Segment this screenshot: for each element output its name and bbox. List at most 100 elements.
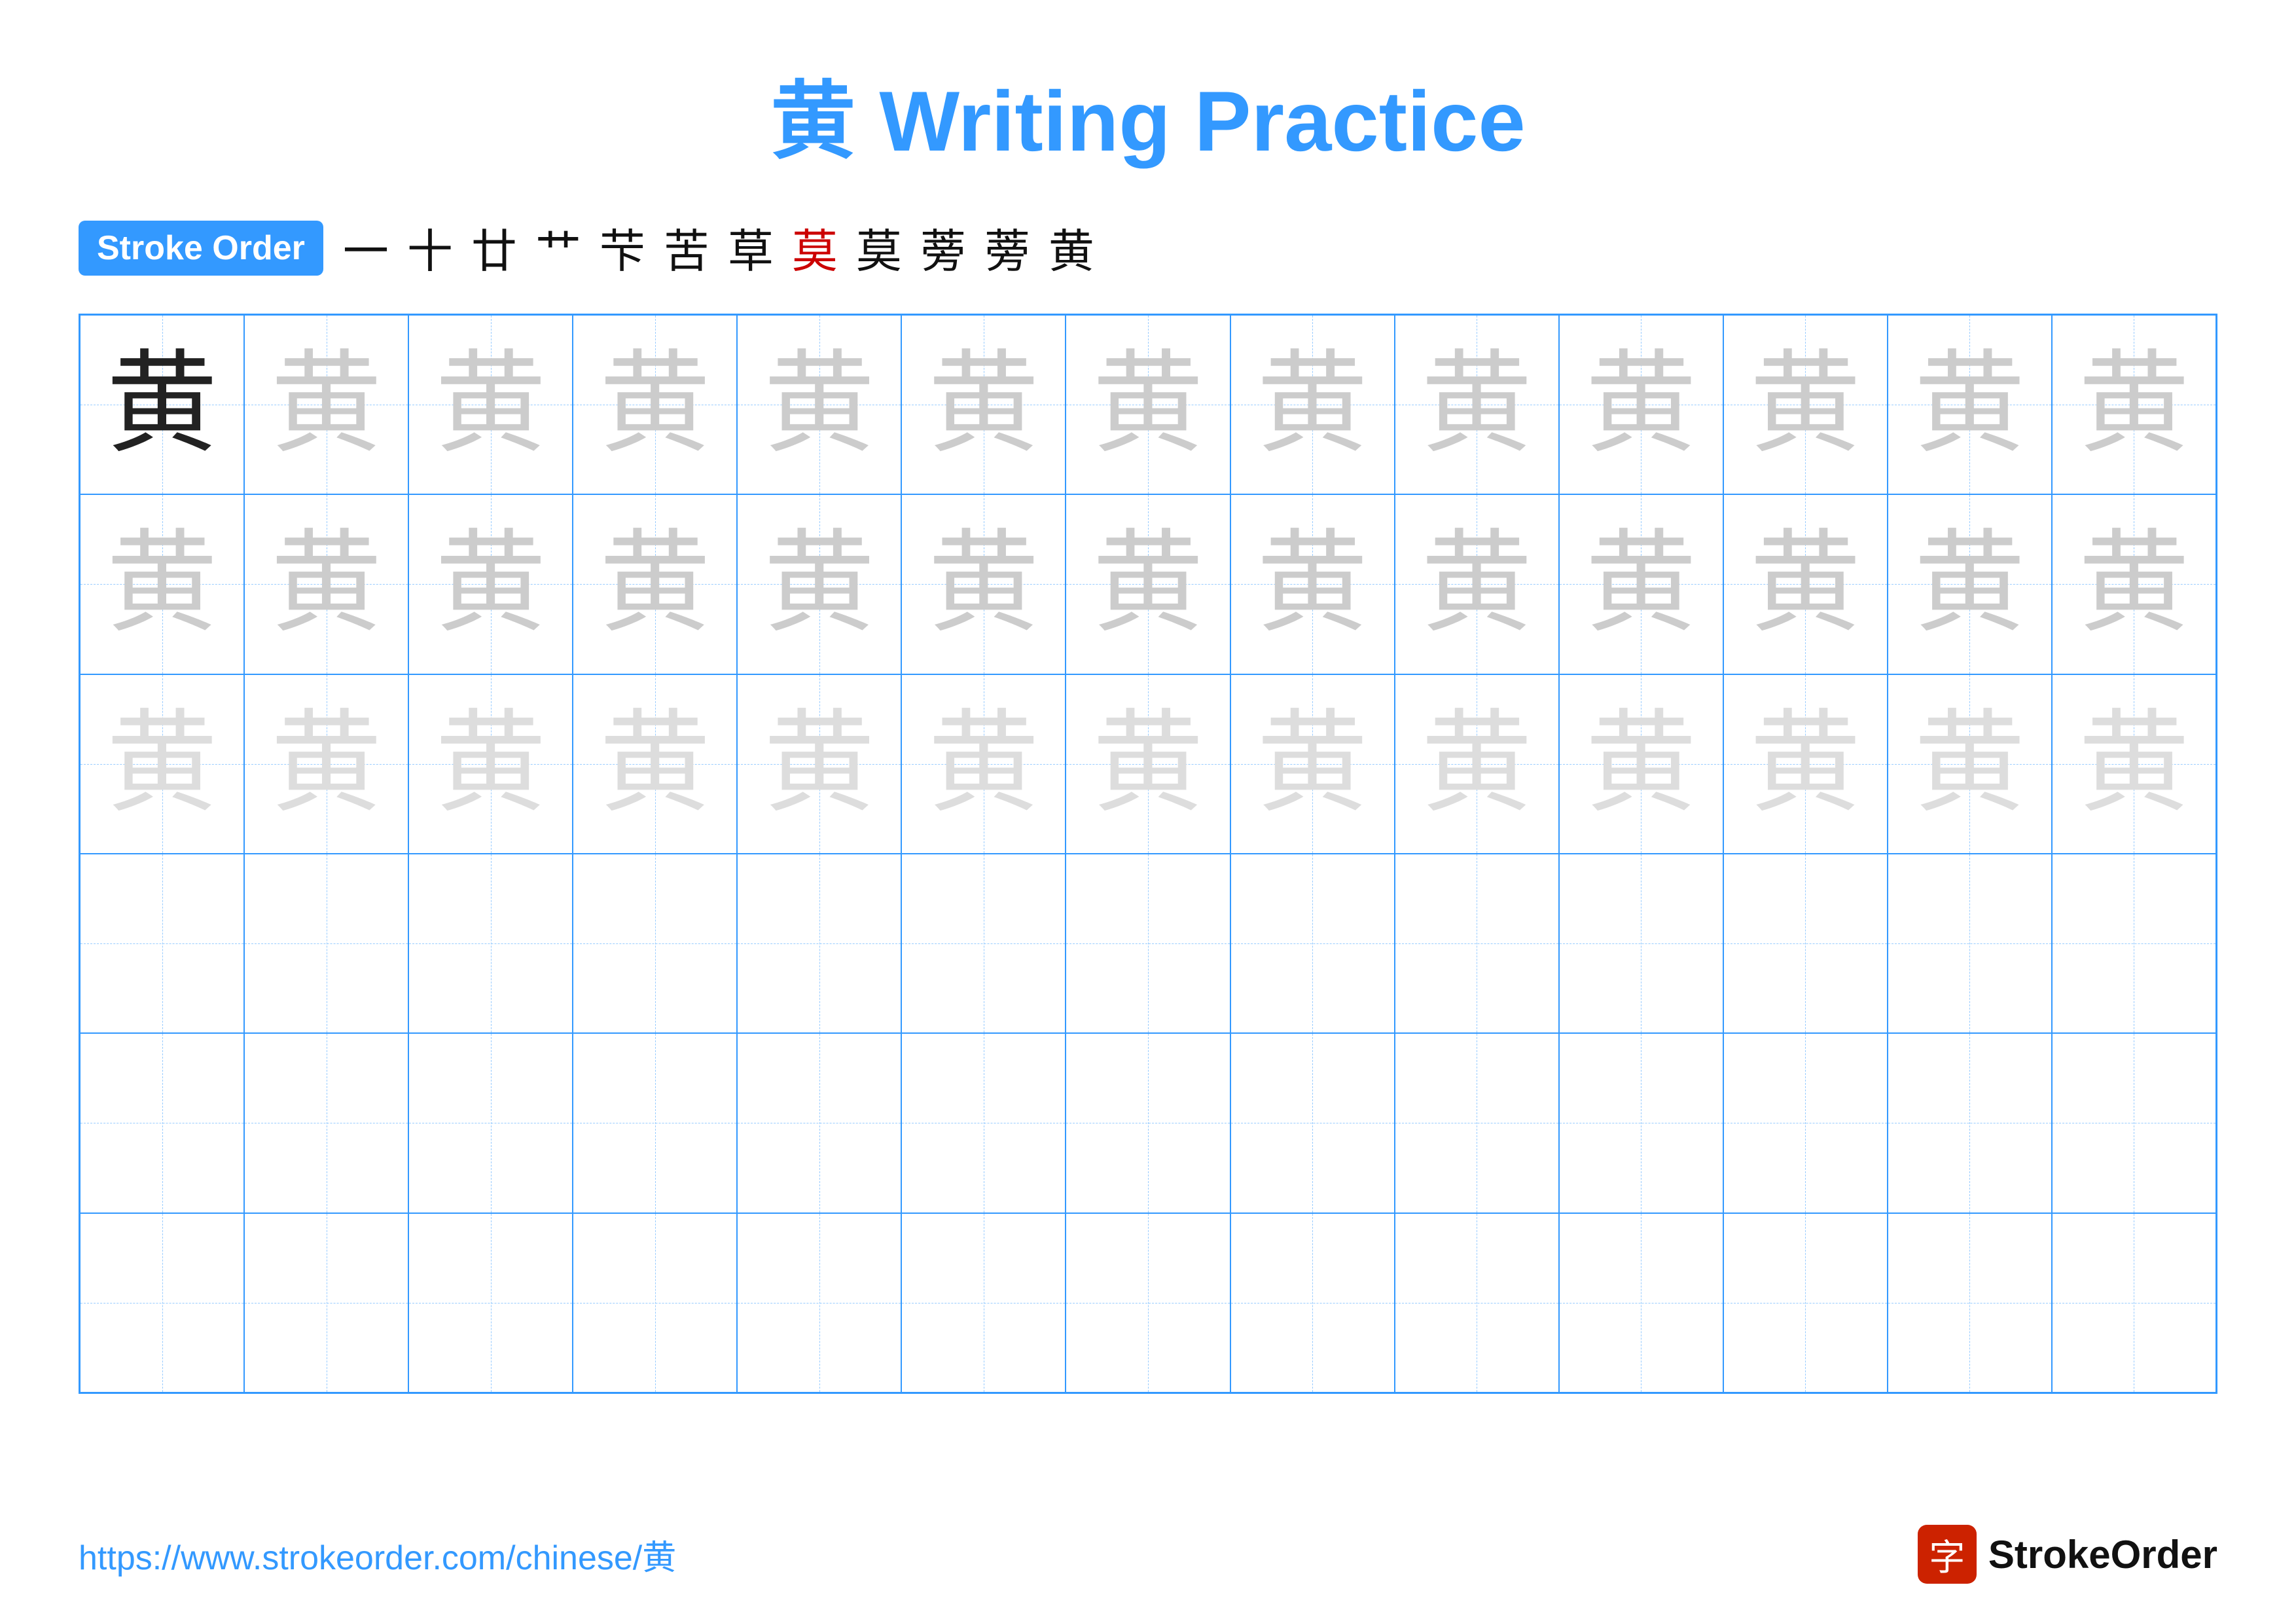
practice-character: 黄 — [1257, 708, 1368, 820]
stroke-step: 芐 — [600, 215, 645, 281]
grid-cell[interactable]: 黄 — [1066, 674, 1230, 854]
grid-cell[interactable]: 黄 — [244, 674, 408, 854]
grid-cell[interactable]: 黄 — [1559, 315, 1723, 494]
grid-cell[interactable]: 黄 — [1888, 494, 2052, 674]
grid-cell[interactable] — [80, 854, 244, 1033]
grid-cell[interactable] — [1559, 1213, 1723, 1393]
practice-character: 黄 — [2078, 528, 2189, 640]
grid-cell[interactable] — [408, 854, 573, 1033]
grid-cell[interactable] — [1230, 1033, 1395, 1213]
grid-cell[interactable] — [1723, 854, 1888, 1033]
grid-cell[interactable]: 黄 — [2052, 315, 2216, 494]
grid-cell[interactable]: 黄 — [1066, 494, 1230, 674]
practice-grid: 黄黄黄黄黄黄黄黄黄黄黄黄黄黄黄黄黄黄黄黄黄黄黄黄黄黄黄黄黄黄黄黄黄黄黄黄黄黄黄 — [79, 314, 2217, 1394]
practice-character: 黄 — [928, 349, 1039, 460]
strokeorder-logo-text: StrokeOrder — [1988, 1532, 2217, 1577]
practice-character: 黄 — [600, 708, 711, 820]
footer-url[interactable]: https://www.strokeorder.com/chinese/黄 — [79, 1530, 676, 1579]
grid-cell[interactable]: 黄 — [737, 494, 901, 674]
grid-cell[interactable] — [573, 1213, 737, 1393]
grid-cell[interactable]: 黄 — [2052, 674, 2216, 854]
grid-cell[interactable]: 黄 — [1395, 494, 1559, 674]
grid-cell[interactable] — [80, 1213, 244, 1393]
stroke-step: 蒡 — [984, 215, 1030, 281]
grid-cell[interactable] — [1559, 1033, 1723, 1213]
grid-cell[interactable]: 黄 — [1230, 315, 1395, 494]
grid-cell[interactable] — [1888, 1213, 2052, 1393]
grid-cell[interactable]: 黄 — [1230, 674, 1395, 854]
page-title: 黄 Writing Practice — [79, 52, 2217, 175]
grid-cell[interactable] — [1723, 1213, 1888, 1393]
grid-cell[interactable]: 黄 — [1395, 674, 1559, 854]
practice-character: 黄 — [107, 528, 218, 640]
grid-cell[interactable]: 黄 — [1559, 494, 1723, 674]
grid-cell[interactable]: 黄 — [408, 315, 573, 494]
grid-cell[interactable]: 黄 — [737, 674, 901, 854]
grid-cell[interactable]: 黄 — [573, 494, 737, 674]
practice-character: 黄 — [1749, 708, 1861, 820]
grid-cell[interactable]: 黄 — [408, 674, 573, 854]
page: 黄 Writing Practice Stroke Order 一十廿艹芐苦草莫… — [0, 0, 2296, 1623]
grid-cell[interactable] — [244, 1213, 408, 1393]
footer-logo: 字 StrokeOrder — [1918, 1525, 2217, 1584]
practice-character: 黄 — [1749, 528, 1861, 640]
grid-cell[interactable] — [1888, 854, 2052, 1033]
grid-cell[interactable] — [80, 1033, 244, 1213]
grid-cell[interactable] — [1066, 1213, 1230, 1393]
grid-cell[interactable]: 黄 — [1723, 315, 1888, 494]
grid-cell[interactable]: 黄 — [901, 315, 1066, 494]
grid-cell[interactable]: 黄 — [1230, 494, 1395, 674]
grid-cell[interactable]: 黄 — [901, 674, 1066, 854]
grid-cell[interactable] — [244, 1033, 408, 1213]
grid-cell[interactable]: 黄 — [80, 315, 244, 494]
grid-cell[interactable] — [737, 1213, 901, 1393]
grid-cell[interactable]: 黄 — [1395, 315, 1559, 494]
grid-cell[interactable] — [1066, 854, 1230, 1033]
practice-character: 黄 — [1092, 708, 1204, 820]
grid-cell[interactable]: 黄 — [1723, 674, 1888, 854]
grid-cell[interactable] — [1723, 1033, 1888, 1213]
stroke-order-badge: Stroke Order — [79, 221, 323, 276]
grid-cell[interactable]: 黄 — [1723, 494, 1888, 674]
grid-cell[interactable]: 黄 — [244, 315, 408, 494]
grid-cell[interactable] — [1066, 1033, 1230, 1213]
grid-cell[interactable] — [1888, 1033, 2052, 1213]
grid-cell[interactable]: 黄 — [1888, 315, 2052, 494]
grid-cell[interactable] — [408, 1033, 573, 1213]
footer: https://www.strokeorder.com/chinese/黄 字 … — [79, 1525, 2217, 1584]
grid-cell[interactable] — [1395, 854, 1559, 1033]
grid-cell[interactable]: 黄 — [737, 315, 901, 494]
grid-cell[interactable]: 黄 — [1559, 674, 1723, 854]
grid-cell[interactable] — [2052, 1213, 2216, 1393]
grid-cell[interactable] — [573, 854, 737, 1033]
grid-cell[interactable] — [2052, 854, 2216, 1033]
grid-cell[interactable]: 黄 — [408, 494, 573, 674]
grid-cell[interactable] — [573, 1033, 737, 1213]
grid-cell[interactable] — [408, 1213, 573, 1393]
practice-character: 黄 — [271, 708, 382, 820]
grid-cell[interactable]: 黄 — [80, 674, 244, 854]
grid-cell[interactable] — [2052, 1033, 2216, 1213]
practice-character: 黄 — [2078, 708, 2189, 820]
grid-cell[interactable] — [901, 1033, 1066, 1213]
grid-cell[interactable] — [737, 854, 901, 1033]
stroke-step: 廿 — [471, 215, 517, 281]
grid-cell[interactable]: 黄 — [244, 494, 408, 674]
grid-cell[interactable] — [1395, 1213, 1559, 1393]
grid-cell[interactable] — [1395, 1033, 1559, 1213]
grid-cell[interactable] — [244, 854, 408, 1033]
grid-cell[interactable] — [1230, 1213, 1395, 1393]
grid-cell[interactable] — [737, 1033, 901, 1213]
grid-cell[interactable]: 黄 — [1888, 674, 2052, 854]
grid-cell[interactable] — [1230, 854, 1395, 1033]
grid-cell[interactable]: 黄 — [1066, 315, 1230, 494]
grid-cell[interactable] — [901, 854, 1066, 1033]
grid-cell[interactable]: 黄 — [573, 674, 737, 854]
grid-cell[interactable]: 黄 — [80, 494, 244, 674]
grid-cell[interactable]: 黄 — [2052, 494, 2216, 674]
grid-cell[interactable] — [901, 1213, 1066, 1393]
grid-cell[interactable]: 黄 — [573, 315, 737, 494]
grid-cell[interactable]: 黄 — [901, 494, 1066, 674]
grid-cell[interactable] — [1559, 854, 1723, 1033]
practice-character: 黄 — [107, 708, 218, 820]
